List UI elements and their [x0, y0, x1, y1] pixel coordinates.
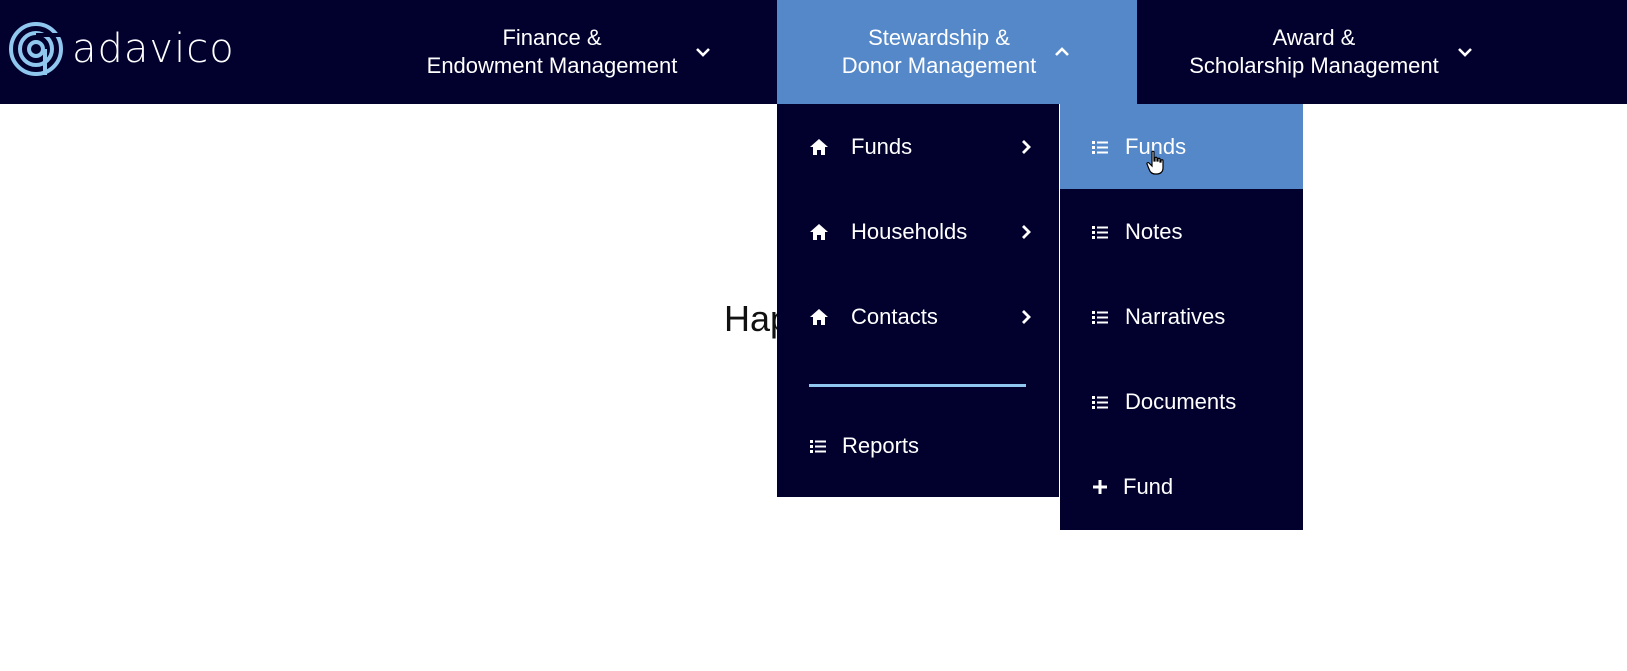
menu-item-label: Reports [842, 433, 920, 458]
list-icon [1092, 140, 1108, 154]
brand-name: adavico [72, 26, 235, 72]
list-icon [810, 440, 826, 453]
menu-item-label: Contacts [851, 303, 938, 329]
nav-finance-line1: Finance & [502, 25, 602, 50]
home-icon [810, 138, 828, 155]
hand-pointer-cursor-icon [1146, 150, 1164, 175]
adavico-logo-icon [9, 22, 63, 76]
chevron-right-icon [1022, 309, 1031, 324]
submenu-item-documents[interactable]: Documents [1060, 359, 1303, 444]
nav-stewardship-line1: Stewardship & [868, 25, 1010, 50]
list-icon [1092, 310, 1108, 324]
submenu-item-label: Narratives [1125, 303, 1226, 329]
submenu-item-narratives[interactable]: Narratives [1060, 274, 1303, 359]
list-icon [1092, 395, 1108, 409]
submenu-item-notes[interactable]: Notes [1060, 189, 1303, 274]
chevron-down-icon [1457, 48, 1472, 57]
chevron-right-icon [1022, 139, 1031, 154]
submenu-item-funds[interactable]: Funds [1060, 104, 1303, 189]
submenu-item-label: Fund [1123, 473, 1174, 499]
menu-item-households[interactable]: Households [777, 189, 1059, 274]
top-navbar: adavico Finance & Endowment Management S… [0, 0, 1627, 104]
menu-item-reports[interactable]: Reports [777, 406, 1059, 486]
plus-icon [1093, 479, 1107, 494]
chevron-up-icon [1055, 47, 1070, 56]
nav-finance-endowment[interactable]: Finance & Endowment Management [400, 0, 740, 104]
nav-finance-line2: Endowment Management [426, 53, 678, 78]
nav-award-line1: Award & [1272, 25, 1356, 50]
menu-item-label: Households [851, 218, 968, 244]
nav-award-scholarship[interactable]: Award & Scholarship Management [1137, 0, 1527, 104]
chevron-down-icon [696, 48, 711, 57]
brand-logo[interactable]: adavico [8, 20, 235, 78]
chevron-right-icon [1022, 224, 1031, 239]
list-icon [1092, 225, 1108, 239]
nav-stewardship-donor[interactable]: Stewardship & Donor Management [777, 0, 1137, 104]
nav-stewardship-line2: Donor Management [841, 53, 1037, 78]
submenu-item-label: Notes [1125, 218, 1183, 244]
menu-divider [809, 384, 1026, 387]
menu-item-label: Funds [851, 133, 913, 159]
submenu-item-label: Documents [1125, 388, 1237, 414]
stewardship-dropdown-menu: Funds Households Contacts Reports [777, 104, 1059, 497]
home-icon [810, 223, 828, 240]
submenu-item-add-fund[interactable]: Fund [1060, 444, 1303, 529]
menu-item-funds[interactable]: Funds [777, 104, 1059, 189]
nav-award-line2: Scholarship Management [1189, 53, 1439, 78]
home-icon [810, 308, 828, 325]
funds-submenu: Funds Notes Narratives Documents Fund [1060, 104, 1303, 530]
menu-item-contacts[interactable]: Contacts [777, 274, 1059, 359]
